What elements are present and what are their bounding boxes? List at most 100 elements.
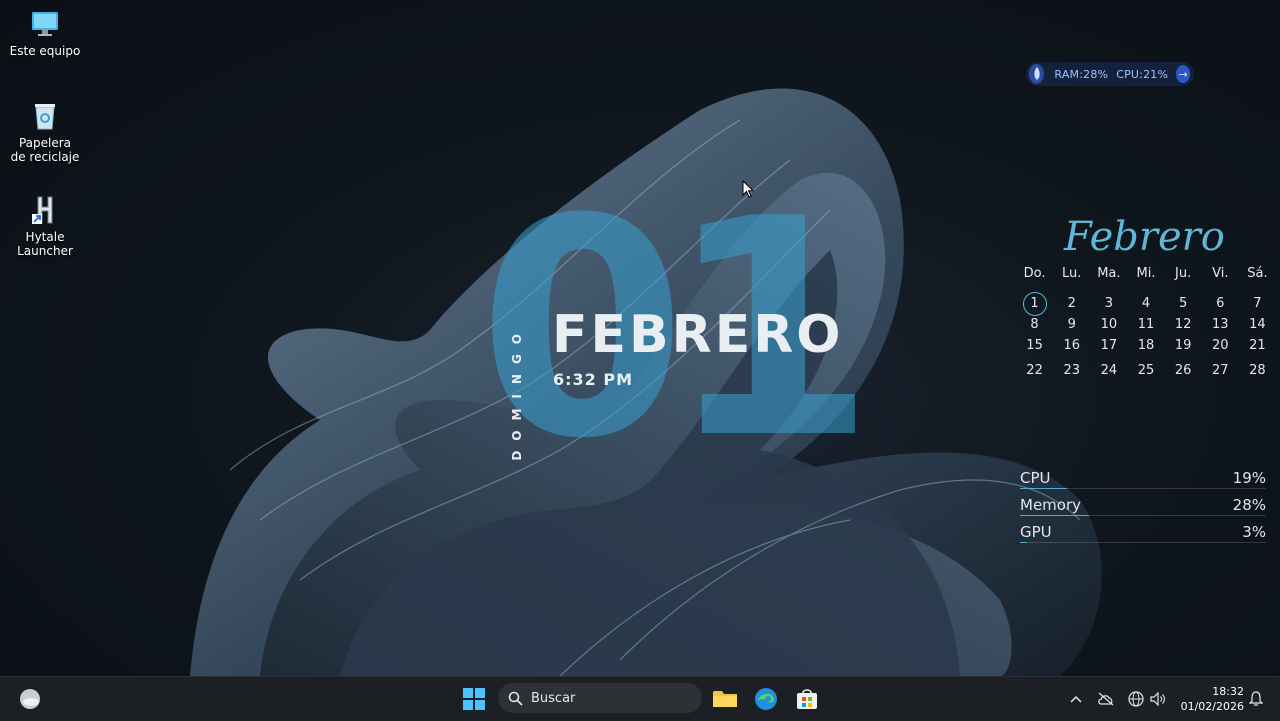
calendar-title: Febrero bbox=[1064, 214, 1225, 260]
desktop-icon-label: Hytale Launcher bbox=[17, 230, 73, 258]
calendar-weekday: Vi. bbox=[1212, 266, 1229, 281]
system-monitor-widget[interactable]: RAM:28% CPU:21% → bbox=[1026, 62, 1194, 86]
desktop-icon-this-pc[interactable]: Este equipo bbox=[0, 8, 90, 58]
calendar-day[interactable]: 15 bbox=[1016, 338, 1053, 359]
calendar-day[interactable]: 10 bbox=[1090, 317, 1127, 338]
search-placeholder: Buscar bbox=[531, 690, 576, 706]
calendar-day[interactable]: 20 bbox=[1202, 338, 1239, 359]
calendar-day[interactable]: 21 bbox=[1239, 338, 1276, 359]
taskbar-search-box[interactable]: Buscar bbox=[498, 683, 702, 713]
desktop-icon-label: Este equipo bbox=[9, 44, 81, 58]
volume-tray-button[interactable] bbox=[1142, 683, 1174, 715]
calendar-week: 8 9 10 11 12 13 14 bbox=[1016, 317, 1276, 338]
calendar-week: 22 23 24 25 26 27 28 bbox=[1016, 363, 1276, 384]
calendar-day[interactable]: 13 bbox=[1202, 317, 1239, 338]
calendar-week: 1 2 3 4 5 6 7 bbox=[1016, 292, 1276, 317]
calendar-weekday: Do. bbox=[1023, 266, 1046, 281]
stat-bar-fill bbox=[1020, 542, 1028, 543]
stat-bar-fill bbox=[1020, 488, 1067, 489]
recycle-bin-icon bbox=[35, 104, 55, 130]
calendar-day[interactable]: 26 bbox=[1165, 363, 1202, 384]
calendar-weekday: Mi. bbox=[1136, 266, 1156, 281]
clock-weekday: DOMINGO bbox=[510, 324, 524, 461]
calendar-day[interactable]: 8 bbox=[1016, 317, 1053, 338]
rocket-icon bbox=[1029, 64, 1045, 84]
calendar-day[interactable]: 18 bbox=[1127, 338, 1164, 359]
calendar-day[interactable]: 24 bbox=[1090, 363, 1127, 384]
edge-browser-button[interactable] bbox=[750, 683, 782, 715]
stat-bar-track bbox=[1020, 542, 1266, 543]
calendar-day[interactable]: 16 bbox=[1053, 338, 1090, 359]
system-monitor-readout: RAM:28% CPU:21% bbox=[1054, 68, 1176, 81]
desktop-icon-label: Papelera de reciclaje bbox=[10, 136, 80, 164]
calendar-day[interactable]: 27 bbox=[1202, 363, 1239, 384]
stat-row-gpu: GPU 3% bbox=[1020, 522, 1266, 549]
taskbar-clock[interactable]: 18:32 01/02/2026 bbox=[1176, 684, 1244, 714]
calendar-widget: Do. Lu. Ma. Mi. Ju. Vi. Sá. 1 2 3 4 5 6 … bbox=[1016, 266, 1276, 384]
ram-usage: RAM:28% bbox=[1054, 67, 1109, 81]
widgets-button[interactable] bbox=[14, 683, 46, 715]
stat-value: 28% bbox=[1232, 496, 1266, 514]
calendar-day[interactable]: 5 bbox=[1165, 296, 1202, 317]
calendar-day[interactable]: 2 bbox=[1053, 296, 1090, 317]
calendar-day[interactable]: 22 bbox=[1016, 363, 1053, 384]
calendar-day[interactable]: 25 bbox=[1127, 363, 1164, 384]
calendar-day[interactable]: 7 bbox=[1239, 296, 1276, 317]
hytale-launcher-icon bbox=[32, 196, 53, 224]
mouse-cursor-icon bbox=[742, 180, 754, 198]
store-icon bbox=[797, 689, 817, 709]
calendar-day-today[interactable]: 1 bbox=[1016, 292, 1053, 317]
store-button[interactable] bbox=[791, 683, 823, 715]
calendar-grid: 1 2 3 4 5 6 7 8 9 10 11 12 13 14 15 16 1… bbox=[1016, 292, 1276, 384]
taskbar-time: 18:32 bbox=[1212, 685, 1244, 698]
calendar-weekday: Sá. bbox=[1247, 266, 1268, 281]
stat-value: 3% bbox=[1242, 523, 1266, 541]
taskbar: Buscar 18:32 01/02/2026 bbox=[0, 676, 1280, 721]
monitor-icon bbox=[32, 12, 58, 36]
cpu-usage: CPU:21% bbox=[1116, 67, 1169, 81]
desktop-icon-recycle-bin[interactable]: Papelera de reciclaje bbox=[0, 100, 90, 164]
edge-icon bbox=[755, 688, 777, 710]
file-explorer-button[interactable] bbox=[709, 683, 741, 715]
calendar-day[interactable]: 23 bbox=[1053, 363, 1090, 384]
cloud-off-icon bbox=[1098, 692, 1114, 706]
chevron-up-icon bbox=[1070, 695, 1082, 703]
stat-row-cpu: CPU 19% bbox=[1020, 468, 1266, 495]
stat-value: 19% bbox=[1232, 469, 1266, 487]
show-hidden-icons-button[interactable] bbox=[1060, 683, 1092, 715]
search-icon bbox=[508, 691, 523, 706]
calendar-day[interactable]: 4 bbox=[1127, 296, 1164, 317]
stat-name: Memory bbox=[1020, 496, 1082, 514]
start-button[interactable] bbox=[458, 683, 490, 715]
calendar-day[interactable]: 19 bbox=[1165, 338, 1202, 359]
stat-name: GPU bbox=[1020, 523, 1052, 541]
calendar-day[interactable]: 12 bbox=[1165, 317, 1202, 338]
calendar-day[interactable]: 14 bbox=[1239, 317, 1276, 338]
calendar-week: 15 16 17 18 19 20 21 bbox=[1016, 338, 1276, 359]
calendar-weekday-header: Do. Lu. Ma. Mi. Ju. Vi. Sá. bbox=[1016, 266, 1276, 284]
clock-month: FEBRERO bbox=[552, 305, 844, 365]
stat-bar-fill bbox=[1020, 515, 1089, 516]
windows-logo-icon bbox=[463, 688, 485, 710]
calendar-day[interactable]: 11 bbox=[1127, 317, 1164, 338]
notifications-button[interactable] bbox=[1240, 683, 1272, 715]
calendar-day[interactable]: 9 bbox=[1053, 317, 1090, 338]
calendar-weekday: Ma. bbox=[1097, 266, 1121, 281]
weather-cloud-icon bbox=[20, 689, 40, 709]
calendar-day[interactable]: 3 bbox=[1090, 296, 1127, 317]
cloud-sync-tray-button[interactable] bbox=[1090, 683, 1122, 715]
bell-icon bbox=[1249, 691, 1263, 706]
stat-name: CPU bbox=[1020, 469, 1051, 487]
taskbar-date: 01/02/2026 bbox=[1180, 700, 1244, 713]
calendar-day[interactable]: 17 bbox=[1090, 338, 1127, 359]
arrow-right-icon[interactable]: → bbox=[1176, 65, 1190, 83]
stat-row-memory: Memory 28% bbox=[1020, 495, 1266, 522]
calendar-day[interactable]: 28 bbox=[1239, 363, 1276, 384]
clock-time: 6:32 PM bbox=[553, 370, 634, 389]
calendar-weekday: Ju. bbox=[1175, 266, 1192, 281]
calendar-weekday: Lu. bbox=[1062, 266, 1082, 281]
desktop-icon-hytale-launcher[interactable]: Hytale Launcher bbox=[0, 194, 90, 258]
resource-stats-widget: CPU 19% Memory 28% GPU 3% bbox=[1020, 468, 1266, 549]
calendar-day[interactable]: 6 bbox=[1202, 296, 1239, 317]
folder-icon bbox=[713, 691, 737, 707]
